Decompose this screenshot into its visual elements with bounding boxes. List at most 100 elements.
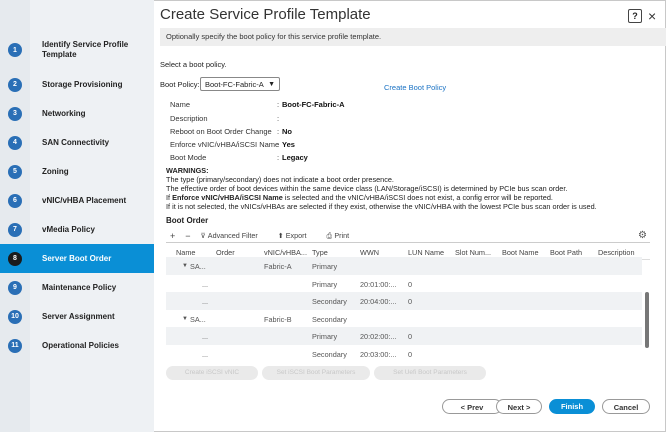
step-3[interactable]: 3 Networking [0,99,154,128]
print-icon: ⎙ [326,230,333,240]
chevron-down-icon: ▼ [268,81,275,88]
cell-type: Secondary [312,315,347,324]
step-1[interactable]: 1 Identify Service Profile Template [0,33,154,67]
table-row[interactable]: ... Secondary 20:04:00:... 0 [166,292,642,310]
column-header[interactable]: Boot Path [550,248,582,257]
expand-chevron-icon[interactable]: ▼ [182,316,188,322]
boot-policy-label: Boot Policy: [160,80,200,89]
step-number: 1 [8,43,22,57]
boot-order-toolbar: + − ⊽ Advanced Filter ⬆ Export ⎙ Print [166,229,650,243]
column-header[interactable]: Name [176,248,195,257]
step-label: Server Boot Order [42,253,112,263]
cell-type: Primary [312,280,338,289]
boot-order-title: Boot Order [166,216,209,225]
step-label: Storage Provisioning [42,79,123,89]
filter-icon: ⊽ [200,231,206,240]
add-icon[interactable]: + [170,231,175,241]
column-header[interactable]: WWN [360,248,379,257]
table-row[interactable]: ▼ SA... Fabric-B Secondary [166,310,642,328]
step-number: 8 [8,251,22,266]
boot-policy-select[interactable]: Boot-FC-Fabric-A ▼ [200,77,280,91]
expand-chevron-icon[interactable]: ▼ [182,263,188,269]
step-8[interactable]: 8 Server Boot Order [0,244,154,273]
create-iscsi-vnic-button[interactable]: Create iSCSI vNIC [166,366,258,380]
step-number: 7 [8,222,22,237]
export-icon: ⬆ [277,231,284,240]
step-10[interactable]: 10 Server Assignment [0,302,154,331]
cell-lun: 0 [408,297,413,306]
step-number: 6 [8,193,22,208]
cell-name: ... [202,297,209,306]
step-number: 4 [8,135,22,150]
column-header[interactable]: Slot Num... [455,248,491,257]
table-row[interactable]: ... Secondary 20:03:00:... 0 [166,345,642,363]
table-row[interactable]: ▼ SA... Fabric-A Primary [166,257,642,275]
column-header[interactable]: Description [598,248,635,257]
page-title: Create Service Profile Template [160,6,371,23]
step-label: vNIC/vHBA Placement [42,195,127,205]
prev-button[interactable]: < Prev [442,399,502,414]
next-button[interactable]: Next > [496,399,542,414]
column-header[interactable]: Order [216,248,235,257]
advanced-filter-button[interactable]: ⊽ Advanced Filter [201,231,268,240]
detail-colon: : [277,140,280,149]
cell-vnic: Fabric-A [264,262,292,271]
step-number: 5 [8,164,22,179]
finish-button[interactable]: Finish [549,399,595,414]
detail-value: Yes [282,140,295,149]
cell-name: ... [202,280,209,289]
detail-key: Name [170,100,191,109]
detail-value: Legacy [282,153,308,162]
step-label: Operational Policies [42,340,119,350]
help-icon[interactable]: ? [628,9,642,23]
cell-name: ... [202,350,209,359]
cell-wwn: 20:04:00:... [360,297,397,306]
step-label: Maintenance Policy [42,282,117,292]
step-9[interactable]: 9 Maintenance Policy [0,273,154,302]
step-label: SAN Connectivity [42,137,110,147]
cell-vnic: Fabric-B [264,315,292,324]
cell-type: Secondary [312,297,347,306]
step-7[interactable]: 7 vMedia Policy [0,215,154,244]
detail-colon: : [277,153,280,162]
detail-key: Description [170,114,208,123]
step-2[interactable]: 2 Storage Provisioning [0,70,154,99]
step-number: 10 [8,309,22,324]
gear-icon[interactable]: ⚙ [638,230,647,241]
cell-name: ... [202,332,209,341]
detail-key: Enforce vNIC/vHBA/iSCSI Name [170,140,280,149]
warning-line-2: The effective order of boot devices with… [166,184,568,193]
column-header[interactable]: Type [312,248,328,257]
column-header[interactable]: LUN Name [408,248,444,257]
cell-type: Primary [312,332,338,341]
table-scrollbar[interactable] [645,292,649,348]
column-header[interactable]: vNIC/vHBA... [264,248,307,257]
step-5[interactable]: 5 Zoning [0,157,154,186]
step-number: 9 [8,280,22,295]
set-uefi-boot-params-button[interactable]: Set Uefi Boot Parameters [374,366,486,380]
cell-name: SA... [190,262,206,271]
cell-wwn: 20:02:00:... [360,332,397,341]
step-label: Networking [42,108,86,118]
print-button[interactable]: ⎙ Print [327,231,360,241]
detail-colon: : [277,114,280,123]
remove-icon[interactable]: − [185,231,190,241]
step-label: Zoning [42,166,69,176]
table-row[interactable]: ... Primary 20:02:00:... 0 [166,327,642,345]
close-icon[interactable]: × [648,9,656,23]
warning-line-4: If it is not selected, the vNICs/vHBAs a… [166,202,597,211]
step-11[interactable]: 11 Operational Policies [0,331,154,360]
table-row[interactable]: ... Primary 20:01:00:... 0 [166,275,642,293]
step-6[interactable]: 6 vNIC/vHBA Placement [0,186,154,215]
cell-lun: 0 [408,280,413,289]
cell-lun: 0 [408,350,413,359]
cell-name: SA... [190,315,206,324]
set-iscsi-boot-params-button[interactable]: Set iSCSI Boot Parameters [262,366,370,380]
column-header[interactable]: Boot Name [502,248,539,257]
cancel-button[interactable]: Cancel [602,399,650,414]
export-button[interactable]: ⬆ Export [278,231,317,240]
info-banner: Optionally specify the boot policy for t… [160,28,666,46]
warnings-title: WARNINGS: [166,166,209,175]
step-4[interactable]: 4 SAN Connectivity [0,128,154,157]
create-boot-policy-link[interactable]: Create Boot Policy [384,83,446,92]
